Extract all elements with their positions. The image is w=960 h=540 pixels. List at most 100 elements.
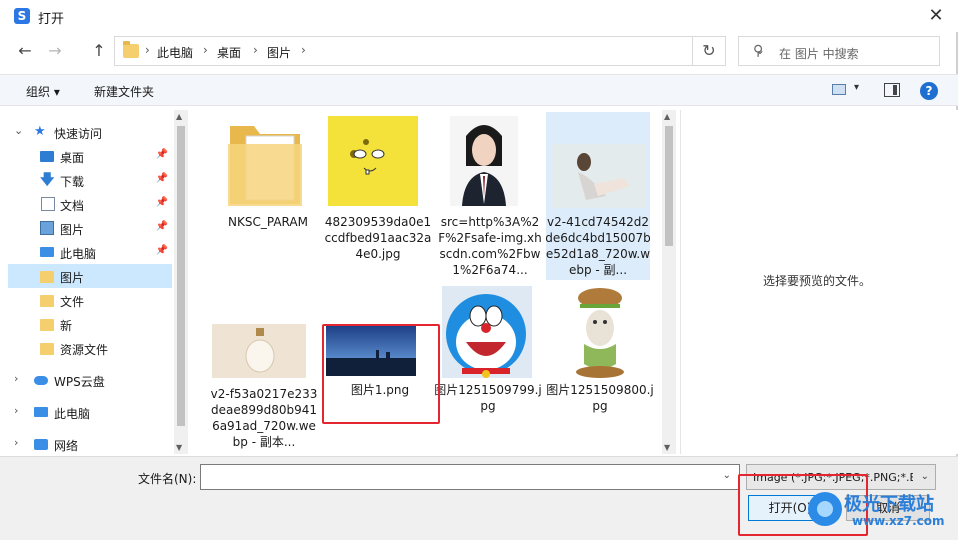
sidebar-item-downloads[interactable]: 🡇 下载 📌 bbox=[8, 168, 172, 192]
scroll-up-icon[interactable]: ▲ bbox=[176, 112, 182, 121]
open-file-dialog: S 打开 ✕ ← → ↑ › 此电脑 › 桌面 › 图片 › ⌄ ↻ ⚲ 在 图… bbox=[0, 0, 958, 540]
desktop-icon bbox=[40, 151, 54, 162]
sidebar-item-network[interactable]: › 网络 bbox=[8, 432, 172, 456]
sidebar-item-files[interactable]: 文件 bbox=[8, 288, 172, 312]
sidebar-item-wps-cloud[interactable]: › WPS云盘 bbox=[8, 368, 172, 392]
scroll-up-icon[interactable]: ▲ bbox=[664, 112, 670, 121]
scroll-down-icon[interactable]: ▼ bbox=[176, 443, 182, 452]
filename-field[interactable]: ⌄ bbox=[200, 464, 740, 490]
chevron-right-icon[interactable]: › bbox=[14, 436, 18, 449]
file-name: 图片1251509799.jpg bbox=[434, 383, 542, 413]
sidebar-item-label: 文件 bbox=[60, 295, 85, 309]
search-placeholder: 在 图片 中搜索 bbox=[779, 47, 859, 61]
scrollbar-thumb[interactable] bbox=[665, 126, 673, 246]
pictures-icon bbox=[40, 221, 54, 235]
chevron-down-icon[interactable]: ⌄ bbox=[14, 124, 23, 137]
organize-menu[interactable]: 组织 ▾ bbox=[26, 83, 60, 100]
chevron-right-icon[interactable]: › bbox=[14, 372, 18, 385]
sidebar-item-quick-access[interactable]: ⌄ ★ 快速访问 bbox=[8, 120, 172, 144]
scroll-down-icon[interactable]: ▼ bbox=[664, 443, 670, 452]
file-item-image[interactable]: v2-f53a0217e233deae899d80b9416a91ad_720w… bbox=[210, 286, 318, 452]
pin-icon: 📌 bbox=[155, 245, 168, 256]
breadcrumb-this-pc[interactable]: 此电脑 bbox=[157, 44, 193, 61]
sidebar-item-label: 资源文件 bbox=[60, 343, 109, 357]
scrollbar-thumb[interactable] bbox=[177, 126, 185, 426]
folder-icon bbox=[228, 126, 302, 206]
star-icon: ★ bbox=[34, 124, 46, 139]
folder-icon bbox=[40, 343, 54, 355]
file-name: 图片1251509800.jpg bbox=[546, 383, 654, 413]
breadcrumb-separator: › bbox=[145, 43, 150, 57]
preview-placeholder: 选择要预览的文件。 bbox=[763, 274, 872, 288]
sidebar-item-pictures-pinned[interactable]: 图片 📌 bbox=[8, 216, 172, 240]
back-button[interactable]: ← bbox=[14, 40, 36, 62]
sidebar-item-label: 此电脑 bbox=[60, 247, 97, 261]
watermark-text: 极光下载站 bbox=[844, 494, 934, 515]
folder-icon bbox=[40, 295, 54, 307]
woman-sitting-thumbnail bbox=[552, 144, 646, 208]
doraemon-thumbnail bbox=[442, 286, 532, 378]
sidebar-item-label: 下载 bbox=[60, 175, 85, 189]
sidebar-item-resources[interactable]: 资源文件 bbox=[8, 336, 172, 360]
view-dropdown-icon[interactable]: ▾ bbox=[854, 82, 859, 93]
search-input[interactable]: ⚲ 在 图片 中搜索 bbox=[738, 36, 940, 66]
preview-pane: 选择要预览的文件。 bbox=[680, 110, 958, 454]
breadcrumb-separator: › bbox=[253, 43, 258, 57]
computer-icon bbox=[34, 407, 48, 417]
file-item-image[interactable]: 482309539da0e1ccdfbed91aac32a4e0.jpg bbox=[324, 114, 432, 264]
arrow-right-icon: → bbox=[48, 41, 62, 60]
window-title: 打开 bbox=[38, 12, 65, 27]
search-icon: ⚲ bbox=[753, 43, 764, 59]
file-item-image[interactable]: 图片1251509799.jpg bbox=[434, 286, 542, 426]
sidebar-item-documents[interactable]: 文档 📌 bbox=[8, 192, 172, 216]
file-item-image[interactable]: src=http%3A%2F%2Fsafe-img.xhscdn.com%2Fb… bbox=[436, 114, 544, 284]
watermark-logo-icon bbox=[808, 492, 842, 526]
forward-button[interactable]: → bbox=[44, 40, 66, 62]
file-list-scrollbar[interactable]: ▲ ▼ bbox=[662, 110, 676, 454]
file-item-folder[interactable]: NKSC_PARAM bbox=[214, 114, 322, 264]
pin-icon: 📌 bbox=[155, 197, 168, 208]
file-item-image[interactable]: 图片1251509800.jpg bbox=[546, 286, 654, 426]
preview-pane-icon[interactable] bbox=[884, 83, 900, 97]
sidebar-item-this-pc-pinned[interactable]: 此电脑 📌 bbox=[8, 240, 172, 264]
up-button[interactable]: ↑ bbox=[88, 40, 110, 62]
download-icon: 🡇 bbox=[40, 172, 55, 188]
sidebar-item-label: 此电脑 bbox=[54, 407, 91, 421]
file-name: v2-f53a0217e233deae899d80b9416a91ad_720w… bbox=[210, 387, 318, 449]
breadcrumb-separator: › bbox=[301, 43, 306, 57]
arrow-up-icon: ↑ bbox=[92, 41, 106, 60]
navigation-scrollbar[interactable]: ▲ ▼ bbox=[174, 110, 188, 454]
close-button[interactable]: ✕ bbox=[924, 4, 948, 28]
sidebar-item-this-pc[interactable]: › 此电脑 bbox=[8, 400, 172, 424]
spongebob-thumbnail bbox=[328, 116, 418, 206]
document-icon bbox=[41, 197, 55, 211]
highlight-box-selected-file bbox=[322, 324, 440, 424]
command-toolbar: 组织 ▾ 新建文件夹 ▾ ? bbox=[0, 74, 958, 106]
address-bar[interactable]: › 此电脑 › 桌面 › 图片 › ⌄ bbox=[114, 36, 765, 66]
file-item-image[interactable]: v2-41cd74542d2de6dc4bd15007be52d1a8_720w… bbox=[544, 114, 652, 284]
help-icon[interactable]: ? bbox=[920, 82, 938, 100]
computer-icon bbox=[40, 247, 54, 257]
chevron-down-icon[interactable]: ⌄ bbox=[723, 470, 731, 481]
folder-icon bbox=[40, 319, 54, 331]
sidebar-item-label: 桌面 bbox=[60, 151, 85, 165]
filename-label: 文件名(N): bbox=[138, 472, 197, 486]
file-name: src=http%3A%2F%2Fsafe-img.xhscdn.com%2Fb… bbox=[438, 215, 542, 277]
portrait-thumbnail bbox=[450, 116, 518, 206]
refresh-icon: ↻ bbox=[702, 41, 716, 60]
view-options-icon[interactable] bbox=[832, 84, 846, 95]
chevron-right-icon[interactable]: › bbox=[14, 404, 18, 417]
sidebar-item-label: WPS云盘 bbox=[54, 375, 105, 389]
refresh-button[interactable]: ↻ bbox=[692, 36, 726, 66]
file-name: 482309539da0e1ccdfbed91aac32a4e0.jpg bbox=[324, 215, 432, 261]
close-icon: ✕ bbox=[928, 5, 944, 26]
pin-icon: 📌 bbox=[155, 149, 168, 160]
sidebar-item-new[interactable]: 新 bbox=[8, 312, 172, 336]
breadcrumb-separator: › bbox=[203, 43, 208, 57]
sidebar-item-desktop[interactable]: 桌面 📌 bbox=[8, 144, 172, 168]
breadcrumb-pictures[interactable]: 图片 bbox=[267, 44, 291, 61]
folder-icon bbox=[40, 271, 54, 283]
new-folder-button[interactable]: 新建文件夹 bbox=[94, 83, 154, 100]
breadcrumb-desktop[interactable]: 桌面 bbox=[217, 44, 241, 61]
sidebar-item-pictures[interactable]: 图片 bbox=[8, 264, 172, 288]
